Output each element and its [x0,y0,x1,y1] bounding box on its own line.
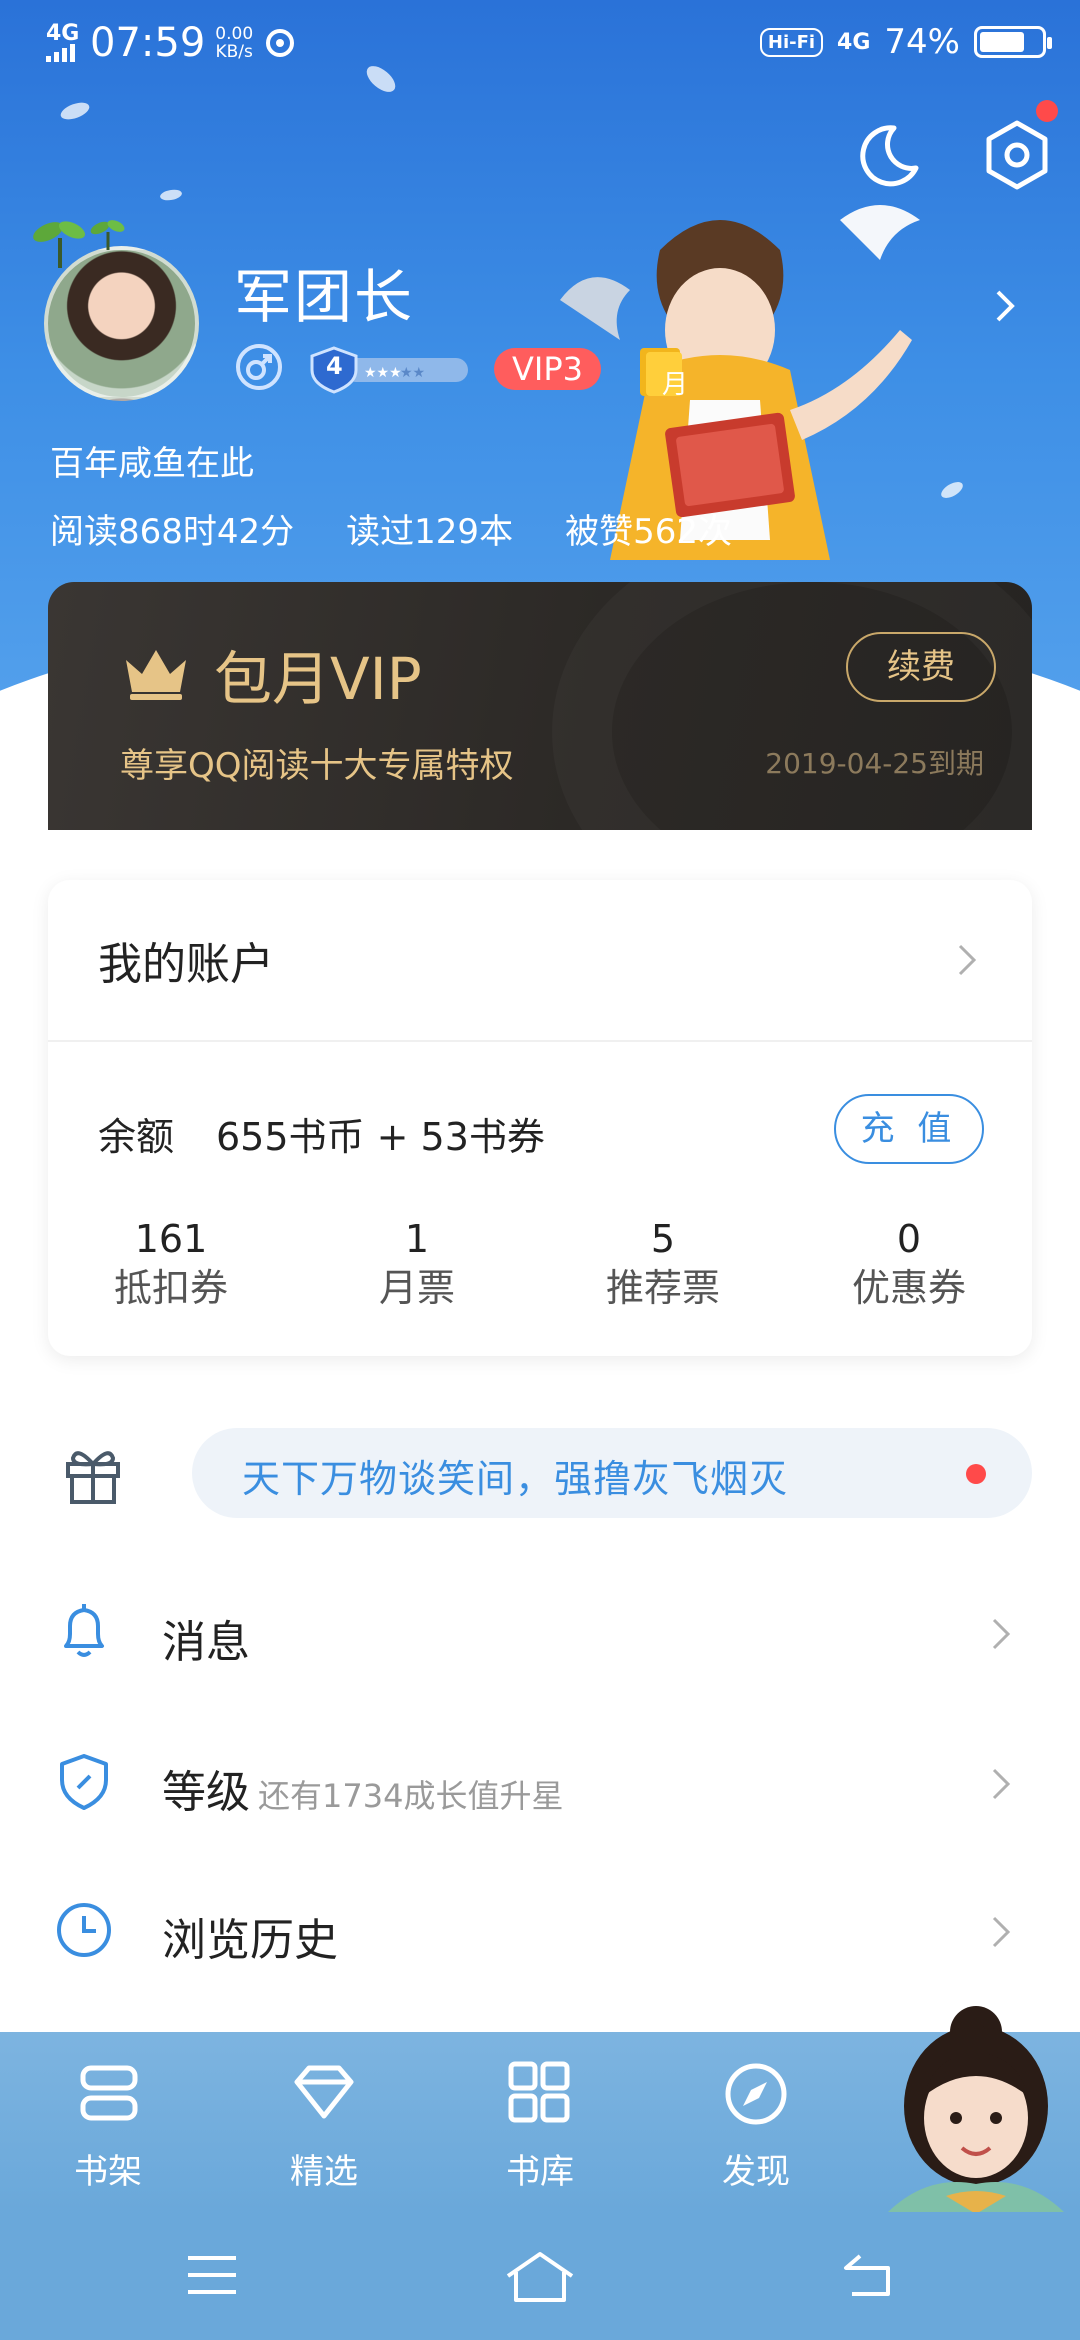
user-signature: 百年咸鱼在此 [50,444,254,484]
chevron-right-icon[interactable] [990,286,1020,326]
battery-icon [974,26,1052,58]
menu-item-level[interactable]: 等级 还有1734成长值升星 [0,1722,1080,1842]
bookshelf-icon [80,2065,138,2121]
sprout-decoration [33,220,125,268]
monthly-vip-card[interactable]: 包月VIP 尊享QQ阅读十大专属特权 2019-04-25到期 续费 [48,582,1032,830]
sync-icon [266,29,295,57]
account-title[interactable]: 我的账户 [98,928,274,992]
tab-library[interactable]: 书库 [480,2058,600,2193]
male-gender-icon [236,344,282,390]
promo-banner[interactable]: 天下万物谈笑间，强撸灰飞烟灭 [192,1428,1032,1518]
tab-label: 书库 [506,2152,574,2192]
network-speed: 0.00 KB/s [215,25,253,61]
menu-item-messages[interactable]: 消息 [0,1572,1080,1692]
mascot-girl-avatar[interactable] [866,1996,1080,2214]
counter-label: 月票 [378,1266,455,1310]
chevron-right-icon [992,1618,1011,1650]
chevron-right-icon [992,1916,1011,1948]
svg-text:★★: ★★ [400,365,425,381]
monthly-member-badge[interactable]: 月 [636,344,698,402]
voucher-counter[interactable]: 161 抵扣券 [48,1216,294,1314]
tab-bookshelf[interactable]: 书架 [48,2058,168,2193]
counter-value: 0 [896,1217,922,1261]
network-type-right: 4G [837,29,871,55]
counter-label: 优惠券 [851,1266,966,1310]
reading-stats: 阅读868时42分 读过129本 被赞562次 [50,504,732,553]
my-account-card: 我的账户 余额 655书币 + 53书券 充 值 161 抵扣券 1 月票 5 … [48,880,1032,1356]
clock-icon [57,1903,111,1957]
renew-button[interactable]: 续费 [846,632,996,702]
tab-label: 精选 [290,2152,358,2192]
recommend-ticket-counter[interactable]: 5 推荐票 [540,1216,786,1314]
gift-icon[interactable] [62,1444,124,1506]
level-badge[interactable]: ★★★ ★★ 4 [308,344,472,394]
month-badge-label: 月 [662,370,689,400]
network-type: 4G [46,21,80,46]
menu-label: 消息 [162,1606,250,1670]
likes-stat: 被赞562次 [565,512,732,552]
settings-hexagon-icon[interactable] [980,118,1054,192]
hifi-badge: Hi-Fi [759,27,824,57]
shield-icon [60,1754,108,1810]
tab-featured[interactable]: 精选 [264,2058,384,2193]
recharge-button[interactable]: 充 值 [834,1094,984,1164]
monthly-ticket-counter[interactable]: 1 月票 [294,1216,540,1314]
svg-text:★★★: ★★★ [364,365,402,381]
counter-value: 5 [650,1217,676,1261]
grid-icon [508,2061,570,2123]
compass-icon [725,2063,787,2125]
username[interactable]: 军团长 [234,250,414,334]
home-icon[interactable] [504,2250,576,2304]
vip-title: 包月VIP [214,645,422,713]
menu-item-history[interactable]: 浏览历史 [0,1870,1080,1990]
ticket-counters: 161 抵扣券 1 月票 5 推荐票 0 优惠券 [48,1216,1032,1314]
vip-level-badge[interactable]: VIP3 [494,348,601,390]
menu-label-text: 等级 [162,1767,250,1818]
reading-time-stat: 阅读868时42分 [50,512,295,552]
banner-notification-dot [966,1464,986,1484]
counter-label: 推荐票 [605,1266,720,1310]
balance-value: 655书币 + 53书券 [216,1115,545,1159]
vip-description: 尊享QQ阅读十大专属特权 [120,746,514,786]
bell-icon [64,1604,104,1657]
clock: 07:59 [90,20,206,66]
level-progress-hint: 还有1734成长值升星 [258,1777,564,1815]
counter-label: 抵扣券 [113,1266,228,1310]
tab-label: 书架 [74,2152,142,2192]
balance-label: 余额 [98,1115,175,1159]
battery-percent: 74% [884,22,960,62]
chevron-right-icon[interactable] [956,942,978,978]
signal-icon: 4G [46,21,80,62]
speed-value: 0.00 [215,24,254,44]
level-number: 4 [326,352,343,380]
promo-banner-text: 天下万物谈笑间，强撸灰飞烟灭 [242,1457,789,1501]
chevron-right-icon [992,1768,1011,1800]
books-read-stat: 读过129本 [346,512,514,552]
night-mode-moon-icon[interactable] [852,120,922,190]
profile-header: 4G 07:59 0.00 KB/s Hi-Fi 4G 74% 军团长 ★★★ … [0,0,1080,830]
tab-discover[interactable]: 发现 [696,2058,816,2193]
speed-unit: KB/s [215,42,253,62]
settings-notification-dot [1036,100,1058,122]
coupon-counter[interactable]: 0 优惠券 [786,1216,1032,1314]
vip-expire-date: 2019-04-25到期 [765,747,984,780]
counter-value: 1 [404,1217,430,1261]
menu-label: 等级 还有1734成长值升星 [162,1756,563,1820]
tab-label: 发现 [722,2152,790,2192]
counter-value: 161 [134,1217,208,1261]
system-navigation-bar [0,2212,1080,2340]
menu-icon[interactable] [184,2250,240,2300]
diamond-icon [294,2065,354,2119]
crown-icon [126,650,186,700]
back-icon[interactable] [840,2250,898,2300]
divider [48,1040,1032,1042]
feather-decoration [159,188,183,202]
menu-label: 浏览历史 [162,1904,338,1968]
feather-decoration [58,99,92,123]
menu-label-text: 浏览历史 [162,1915,338,1966]
status-bar: 4G 07:59 0.00 KB/s Hi-Fi 4G 74% [0,0,1080,90]
menu-label-text: 消息 [162,1617,250,1668]
